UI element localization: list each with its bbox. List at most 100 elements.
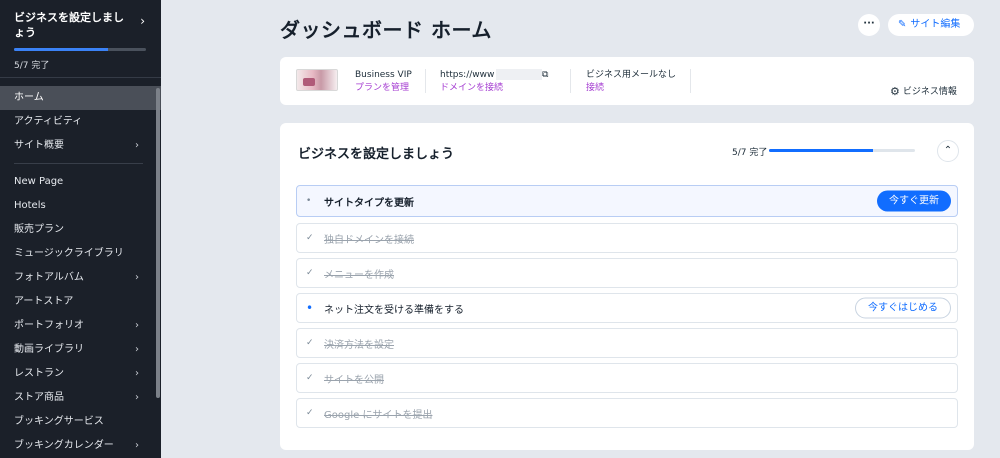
- edit-site-button[interactable]: ✎ サイト編集: [888, 14, 974, 36]
- chevron-right-icon: ›: [135, 140, 139, 151]
- sidebar-item[interactable]: アクティビティ: [0, 110, 161, 134]
- domain-info: https://www ⧉ ドメインを接続: [440, 69, 550, 95]
- sidebar-item[interactable]: 販売プラン: [0, 218, 161, 242]
- main-content: ダッシュボード ホーム ··· ✎ サイト編集 Business VIP プランを…: [161, 0, 1000, 458]
- setup-task-label: メニューを作成: [324, 269, 394, 281]
- setup-task-cta-button[interactable]: 今すぐ更新: [877, 190, 951, 212]
- sidebar-item-label: New Page: [14, 176, 64, 187]
- business-info-button[interactable]: ⚙ ビジネス情報: [890, 84, 957, 98]
- info-divider: [425, 69, 426, 93]
- chevron-right-icon: ›: [135, 392, 139, 403]
- sidebar-item-label: ストア商品: [14, 392, 64, 403]
- setup-progress-label: 5/7 完了: [732, 148, 768, 158]
- collapse-button[interactable]: ⌃: [937, 140, 959, 162]
- edit-site-label: サイト編集: [910, 19, 961, 30]
- setup-task-label: サイトを公開: [324, 374, 384, 386]
- setup-task-row[interactable]: • ネット注文を受ける準備をする 今すぐはじめる: [296, 293, 958, 323]
- setup-task-label: Google にサイトを提出: [324, 409, 433, 421]
- external-link-icon[interactable]: ⧉: [542, 69, 548, 81]
- sidebar-item[interactable]: レストラン ›: [0, 362, 161, 386]
- more-actions-button[interactable]: ···: [858, 14, 880, 36]
- sidebar-item[interactable]: フォトアルバム ›: [0, 266, 161, 290]
- sidebar-item[interactable]: ブッキングサービス: [0, 410, 161, 434]
- sidebar-setup-progress-fill: [14, 48, 109, 51]
- mail-info: ビジネス用メールなし 接続: [586, 69, 676, 95]
- sidebar-item-label: ホーム: [14, 92, 44, 103]
- manage-plan-link[interactable]: プランを管理: [355, 81, 412, 95]
- chevron-right-icon: ›: [135, 320, 139, 331]
- setup-task-list: • サイトタイプを更新 今すぐ更新 ✓ 独自ドメインを接続 ✓ メニューを作成 • ネット注文を…: [296, 185, 958, 433]
- plan-name: Business VIP: [355, 70, 412, 80]
- setup-task-row[interactable]: ✓ メニューを作成: [296, 258, 958, 288]
- sidebar-item-label: フォトアルバム: [14, 272, 84, 283]
- setup-progress-bar: [769, 149, 915, 152]
- gear-icon: ⚙: [890, 85, 900, 98]
- site-thumbnail[interactable]: [296, 69, 338, 91]
- sidebar-item-label: ミュージックライブラリ: [14, 248, 124, 259]
- sidebar-setup-progress-label: 5/7 完了: [14, 61, 50, 71]
- page-title: ダッシュボード ホーム: [280, 18, 492, 42]
- sidebar-group-main: ホームアクティビティ サイト概要 ›: [0, 86, 161, 158]
- setup-task-label: 独自ドメインを接続: [324, 234, 414, 246]
- info-divider: [570, 69, 571, 93]
- sidebar-item[interactable]: 動画ライブラリ ›: [0, 338, 161, 362]
- chevron-right-icon: ›: [135, 272, 139, 283]
- sidebar-item[interactable]: サイト概要 ›: [0, 134, 161, 158]
- sidebar-item-label: レストラン: [14, 368, 64, 379]
- domain-url: https://www: [440, 70, 495, 80]
- sidebar-item-label: 販売プラン: [14, 224, 64, 235]
- setup-task-label: サイトタイプを更新: [324, 197, 414, 209]
- checkmark-icon: ✓: [306, 338, 314, 348]
- setup-task-row[interactable]: • サイトタイプを更新 今すぐ更新: [296, 185, 958, 217]
- chevron-right-icon: ›: [135, 344, 139, 355]
- sidebar-item[interactable]: ミュージックライブラリ: [0, 242, 161, 266]
- setup-task-cta-button[interactable]: 今すぐはじめる: [855, 297, 951, 319]
- chevron-right-icon[interactable]: ›: [140, 14, 145, 28]
- setup-checklist-card: ビジネスを設定しましょう 5/7 完了 ⌃ • サイトタイプを更新 今すぐ更新 ✓ 独自…: [280, 123, 974, 450]
- sidebar-item-label: サイト概要: [14, 140, 64, 151]
- checkmark-icon: ✓: [306, 408, 314, 418]
- domain-redacted: [496, 69, 543, 80]
- sidebar-item[interactable]: New Page: [0, 170, 161, 194]
- connect-mail-link[interactable]: 接続: [586, 81, 676, 95]
- bullet-icon: •: [306, 196, 312, 206]
- setup-task-row[interactable]: ✓ Google にサイトを提出: [296, 398, 958, 428]
- bullet-icon: •: [306, 301, 314, 315]
- setup-task-label: ネット注文を受ける準備をする: [324, 304, 464, 316]
- sidebar-item[interactable]: ブッキングカレンダー ›: [0, 434, 161, 458]
- checkmark-icon: ✓: [306, 373, 314, 383]
- setup-task-row[interactable]: ✓ 決済方法を設定: [296, 328, 958, 358]
- checkmark-icon: ✓: [306, 268, 314, 278]
- setup-card-title: ビジネスを設定しましょう: [298, 147, 455, 162]
- chevron-up-icon: ⌃: [943, 145, 953, 156]
- chevron-right-icon: ›: [135, 440, 139, 451]
- sidebar-item-label: Hotels: [14, 200, 46, 211]
- sidebar-item-label: 動画ライブラリ: [14, 344, 84, 355]
- info-divider: [690, 69, 691, 93]
- sidebar-item[interactable]: アートストア: [0, 290, 161, 314]
- sidebar-item[interactable]: ストア商品 ›: [0, 386, 161, 410]
- sidebar: ビジネスを設定しましょう › 5/7 完了 ホームアクティビティ サイト概要 › N…: [0, 0, 161, 458]
- sidebar-item-label: ブッキングサービス: [14, 416, 104, 427]
- setup-progress-fill: [769, 149, 874, 152]
- checkmark-icon: ✓: [306, 233, 314, 243]
- sidebar-item[interactable]: ホーム: [0, 86, 161, 110]
- business-info-label: ビジネス情報: [902, 87, 957, 97]
- sidebar-item[interactable]: ポートフォリオ ›: [0, 314, 161, 338]
- sidebar-item[interactable]: Hotels: [0, 194, 161, 218]
- sidebar-divider: [14, 163, 143, 164]
- sidebar-item-label: アクティビティ: [14, 116, 83, 127]
- sidebar-setup-widget[interactable]: ビジネスを設定しましょう › 5/7 完了: [0, 0, 161, 78]
- connect-domain-link[interactable]: ドメインを接続: [440, 81, 550, 95]
- mail-status: ビジネス用メールなし: [586, 70, 677, 80]
- sidebar-item-label: ポートフォリオ: [14, 320, 84, 331]
- site-info-card: Business VIP プランを管理 https://www ⧉ ドメインを接…: [280, 57, 974, 105]
- sidebar-nav: ホームアクティビティ サイト概要 › New Page Hotels 販売プランミュージ…: [0, 86, 161, 458]
- sidebar-setup-title[interactable]: ビジネスを設定しましょう: [14, 10, 132, 40]
- sidebar-item-label: ブッキングカレンダー: [14, 440, 114, 451]
- sidebar-scrollbar[interactable]: [156, 88, 160, 398]
- setup-task-row[interactable]: ✓ サイトを公開: [296, 363, 958, 393]
- setup-task-row[interactable]: ✓ 独自ドメインを接続: [296, 223, 958, 253]
- sidebar-setup-progress-bar: [14, 48, 146, 51]
- pencil-icon: ✎: [898, 19, 907, 30]
